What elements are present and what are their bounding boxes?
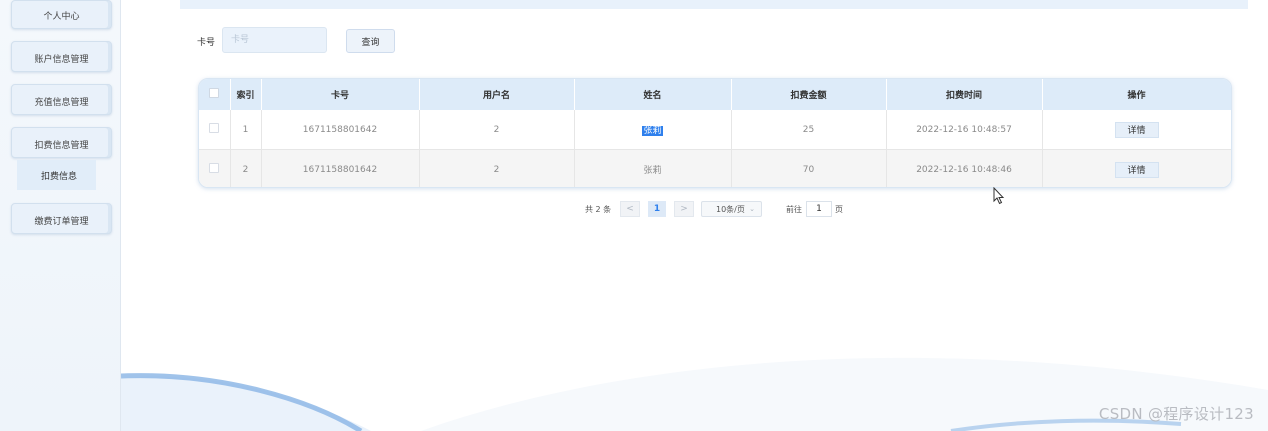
cell-username: 2 [419, 110, 575, 150]
sidebar-item-personal-center[interactable]: 个人中心 [11, 0, 112, 29]
chevron-down-icon: ⌄ [749, 205, 755, 213]
detail-button[interactable]: 详情 [1114, 121, 1159, 138]
mouse-pointer-icon [993, 187, 1005, 205]
sidebar-item-label: 缴费订单管理 [34, 217, 89, 227]
detail-button[interactable]: 详情 [1114, 161, 1159, 178]
cell-actions: 详情 [1042, 110, 1231, 150]
chevron-left-icon: < [626, 204, 634, 214]
deduction-table: 索引 卡号 用户名 姓名 扣费金额 扣费时间 操作 1 167115880164… [198, 78, 1232, 188]
goto-page-input[interactable] [806, 201, 832, 217]
sidebar-subitem-label: 扣费信息 [41, 171, 78, 182]
breadcrumb-bar [180, 0, 1248, 9]
cell-username: 2 [419, 149, 575, 187]
goto-unit: 页 [835, 205, 843, 214]
row-checkbox[interactable] [209, 163, 220, 173]
cell-card-number: 1671158801642 [261, 149, 420, 187]
select-all-checkbox[interactable] [209, 88, 220, 98]
background-wave [121, 357, 1268, 431]
row-select-cell[interactable] [199, 149, 231, 187]
cell-amount: 25 [731, 110, 887, 150]
sidebar-item-account-info[interactable]: 账户信息管理 [11, 41, 112, 72]
watermark: CSDN @程序设计123 [1098, 405, 1254, 423]
page-number-current[interactable]: 1 [648, 201, 666, 217]
cell-time: 2022-12-16 10:48:46 [886, 149, 1043, 187]
sidebar-subitem-deduction[interactable]: 扣费信息 [17, 160, 96, 190]
row-checkbox[interactable] [209, 123, 220, 133]
cell-index: 1 [230, 110, 262, 150]
prev-page-button[interactable]: < [620, 201, 640, 217]
page-size-select[interactable]: 10条/页 ⌄ [701, 201, 762, 217]
column-header: 操作 [1042, 79, 1231, 110]
card-number-label: 卡号 [197, 38, 216, 48]
goto-label: 前往 [786, 205, 802, 214]
query-button[interactable]: 查询 [346, 29, 395, 53]
cell-actions: 详情 [1042, 149, 1231, 187]
pagination-total: 共 2 条 [585, 205, 612, 214]
cell-name: 张莉 [574, 110, 732, 150]
selected-text: 张莉 [642, 126, 663, 136]
page-size-value: 10条/页 [716, 204, 745, 214]
card-number-input[interactable] [222, 27, 327, 53]
column-header: 索引 [230, 79, 262, 110]
sidebar-item-label: 账户信息管理 [34, 55, 89, 65]
cell-name: 张莉 [574, 149, 732, 187]
sidebar-item-deduction-info[interactable]: 扣费信息管理 [11, 127, 112, 158]
sidebar-item-label: 充值信息管理 [34, 98, 89, 108]
sidebar-item-recharge-info[interactable]: 充值信息管理 [11, 84, 112, 115]
table-header-row: 索引 卡号 用户名 姓名 扣费金额 扣费时间 操作 [199, 79, 1231, 110]
cell-time: 2022-12-16 10:48:57 [886, 110, 1043, 150]
sidebar-item-label: 扣费信息管理 [34, 141, 89, 151]
column-header: 卡号 [261, 79, 420, 110]
next-page-button[interactable]: > [674, 201, 694, 217]
cell-index: 2 [230, 149, 262, 187]
query-button-label: 查询 [361, 37, 380, 48]
sidebar: 个人中心 账户信息管理 充值信息管理 扣费信息管理 扣费信息 缴费订单管理 [0, 0, 121, 431]
sidebar-item-payment-orders[interactable]: 缴费订单管理 [11, 203, 112, 234]
column-header: 用户名 [419, 79, 575, 110]
cell-amount: 70 [731, 149, 887, 187]
sidebar-item-label: 个人中心 [43, 12, 80, 22]
column-header: 姓名 [574, 79, 732, 110]
column-header: 扣费时间 [886, 79, 1043, 110]
cell-card-number: 1671158801642 [261, 110, 420, 150]
select-all-cell[interactable] [199, 79, 231, 110]
column-header: 扣费金额 [731, 79, 887, 110]
table-row: 1 1671158801642 2 张莉 25 2022-12-16 10:48… [199, 110, 1231, 150]
chevron-right-icon: > [680, 204, 688, 214]
table-row: 2 1671158801642 2 张莉 70 2022-12-16 10:48… [199, 149, 1231, 187]
row-select-cell[interactable] [199, 110, 231, 150]
